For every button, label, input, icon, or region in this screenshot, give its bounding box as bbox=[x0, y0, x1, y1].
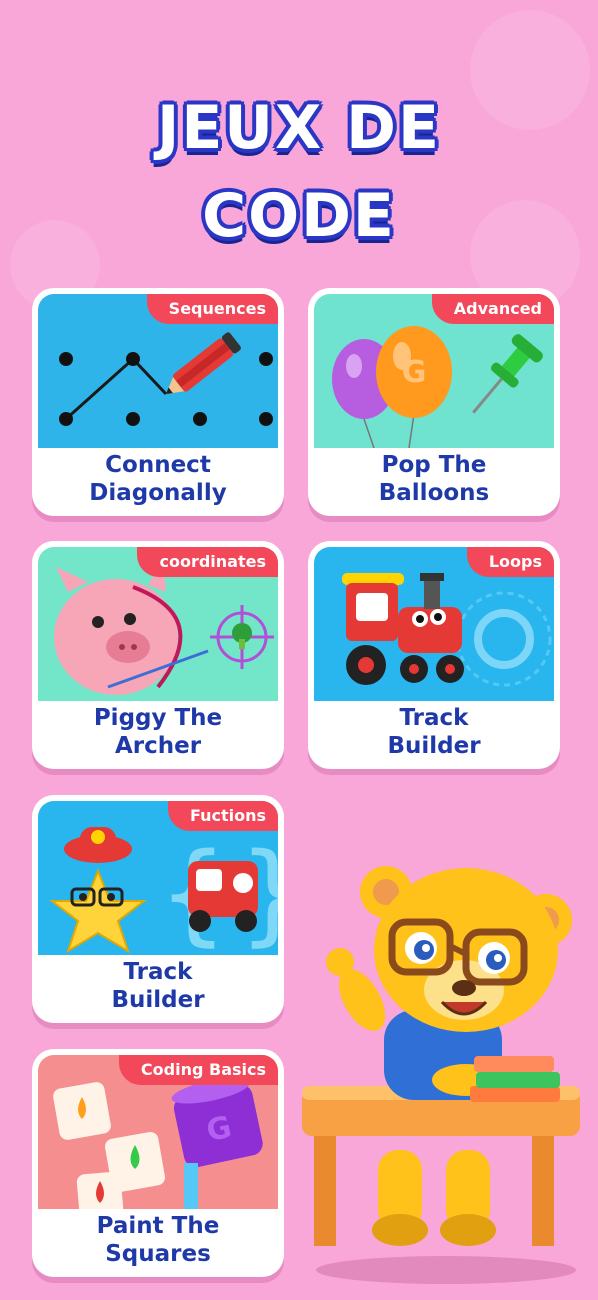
category-tag: Fuctions bbox=[167, 801, 278, 831]
category-tag: Sequences bbox=[146, 294, 278, 324]
page-title-line2: CODE bbox=[202, 181, 396, 251]
category-tag: Coding Basics bbox=[118, 1055, 278, 1085]
game-title: Track Builder bbox=[111, 959, 205, 1013]
page-title-line1: JEUX DE bbox=[157, 93, 441, 163]
game-title: Pop The Balloons bbox=[378, 452, 490, 506]
game-card-track-builder-functions[interactable]: { } Fuctions Track Builder bbox=[32, 795, 284, 1023]
page-title: JEUX DE CODE bbox=[0, 84, 598, 260]
game-card-paint-the-squares[interactable]: G Coding Basics Paint The Squares bbox=[32, 1049, 284, 1277]
game-card-connect-diagonally[interactable]: Sequences Connect Diagonally bbox=[32, 288, 284, 516]
game-card-pop-the-balloons[interactable]: G Advanced Pop The Balloons bbox=[308, 288, 560, 516]
game-title: Paint The Squares bbox=[96, 1213, 220, 1267]
game-card-piggy-the-archer[interactable]: coordinates Piggy The Archer bbox=[32, 541, 284, 769]
game-card-track-builder-loops[interactable]: Loops Track Builder bbox=[308, 541, 560, 769]
game-title: Piggy The Archer bbox=[93, 705, 223, 759]
svg-text:G: G bbox=[402, 355, 427, 390]
category-tag: coordinates bbox=[137, 547, 278, 577]
category-tag: Advanced bbox=[431, 294, 554, 324]
category-tag: Loops bbox=[466, 547, 554, 577]
bear-mascot-illustration bbox=[296, 850, 586, 1290]
game-title: Track Builder bbox=[387, 705, 481, 759]
game-title: Connect Diagonally bbox=[89, 452, 227, 506]
